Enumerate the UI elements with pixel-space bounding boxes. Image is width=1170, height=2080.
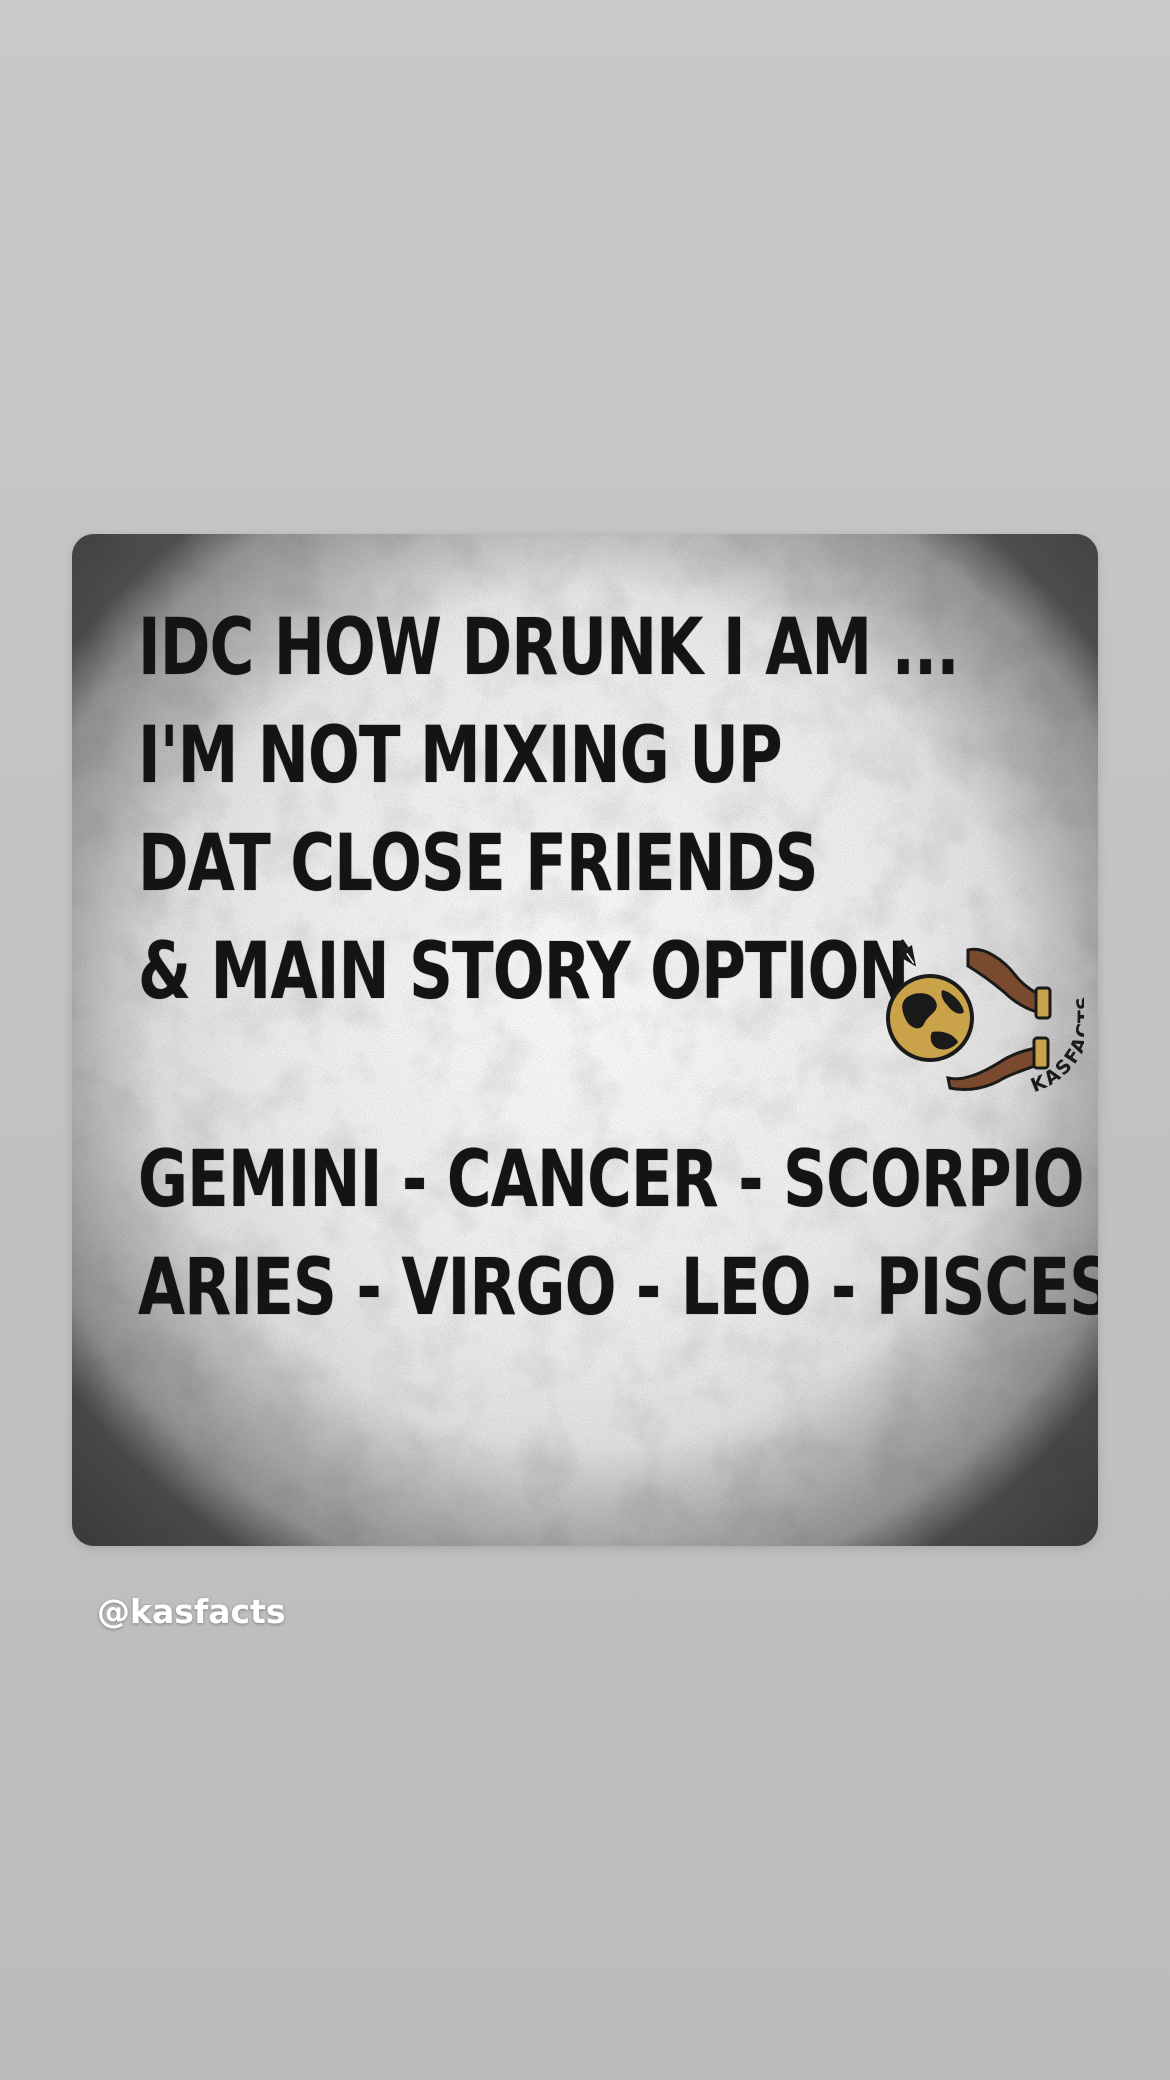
post-line-1: IDC HOW DRUNK I AM ... <box>138 603 959 693</box>
zodiac-line-2: ARIES - VIRGO - LEO - PISCES <box>138 1243 1098 1333</box>
globe-icon <box>886 974 974 1062</box>
post-text: IDC HOW DRUNK I AM ... I'M NOT MIXING UP… <box>138 594 1098 1342</box>
shared-post-card[interactable]: IDC HOW DRUNK I AM ... I'M NOT MIXING UP… <box>72 534 1098 1546</box>
hand-top-icon <box>966 947 1052 1020</box>
kasfacts-logo: KASFACTS <box>886 939 1084 1097</box>
post-line-3: DAT CLOSE FRIENDS <box>138 819 818 909</box>
post-line-4: & MAIN STORY OPTION <box>138 927 909 1017</box>
post-line-2: I'M NOT MIXING UP <box>138 711 783 801</box>
pen-nib-icon <box>894 939 916 967</box>
mention-sticker[interactable]: @kasfacts <box>97 1592 285 1631</box>
zodiac-line-1: GEMINI - CANCER - SCORPIO <box>138 1135 1084 1225</box>
